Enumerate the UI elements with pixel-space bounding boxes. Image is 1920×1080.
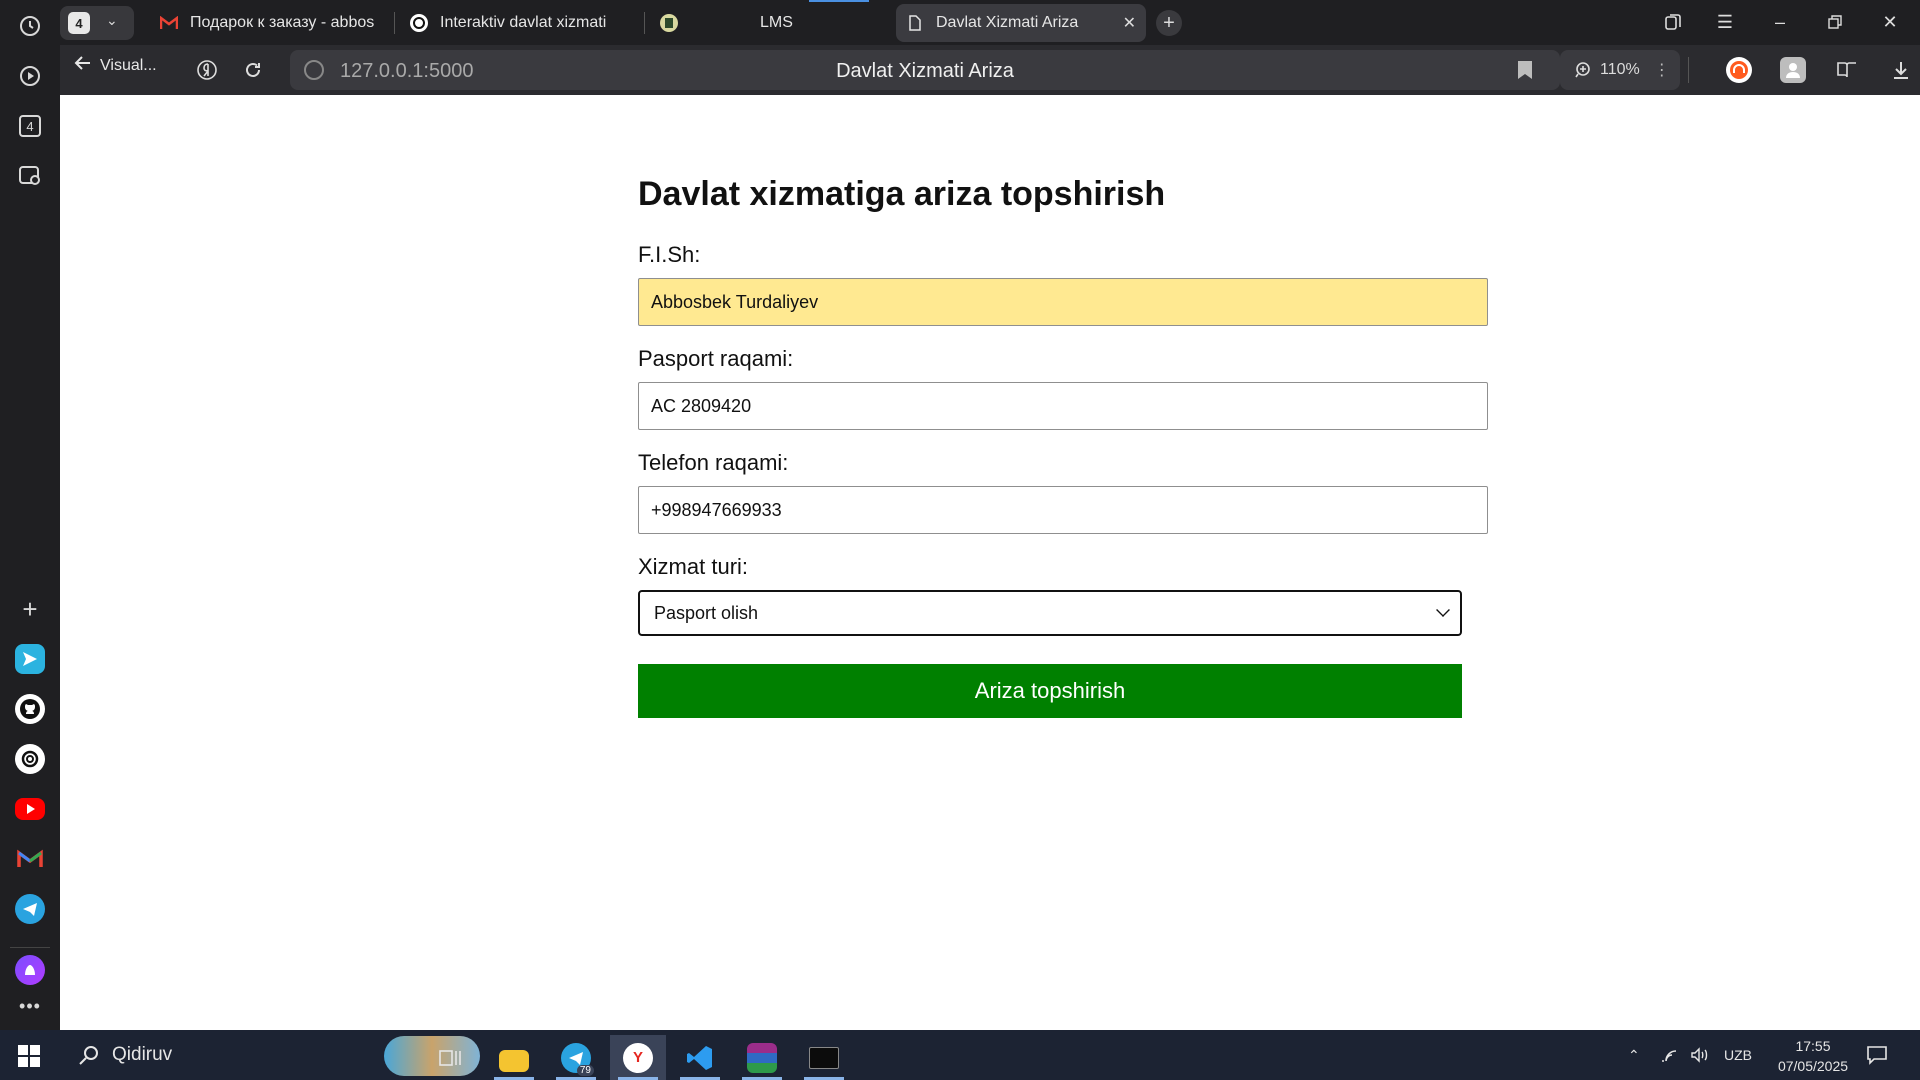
back-label: Visual...: [100, 56, 157, 74]
volume-icon[interactable]: [1690, 1030, 1710, 1080]
page-icon: [906, 14, 924, 32]
submit-button[interactable]: Ariza topshirish: [638, 664, 1462, 718]
clock-time: 17:55: [1795, 1038, 1831, 1054]
clock-date: 07/05/2025: [1777, 1058, 1849, 1074]
menu-icon[interactable]: ☰: [1710, 8, 1740, 36]
tabs-count-icon[interactable]: 4: [14, 110, 46, 142]
zoom-level: 110%: [1600, 61, 1640, 78]
download-icon[interactable]: [1888, 57, 1914, 83]
chevron-down-icon: [1436, 603, 1450, 617]
gmail-icon: [160, 14, 178, 32]
phone-label: Telefon raqami:: [638, 450, 789, 475]
tray-overflow-icon[interactable]: ⌃: [1628, 1030, 1640, 1080]
file-explorer-icon[interactable]: [486, 1035, 542, 1080]
history-icon[interactable]: [14, 10, 46, 42]
windows-start-icon[interactable]: [18, 1045, 40, 1067]
tab-davlat-xizmati-ariza[interactable]: Davlat Xizmati Ariza ✕: [896, 4, 1146, 42]
lms-icon: [660, 14, 678, 32]
winrar-taskbar-icon[interactable]: [734, 1035, 790, 1080]
clock[interactable]: 17:55 07/05/2025: [1758, 1036, 1868, 1076]
loading-indicator: [809, 0, 869, 2]
page-title: Davlat xizmatiga ariza topshirish: [638, 175, 1166, 213]
close-tab-icon[interactable]: ✕: [1123, 13, 1136, 33]
telegram-taskbar-icon[interactable]: 79: [548, 1035, 604, 1080]
tab-strip: 4 ⌄ Подарок к заказу - abbos Interaktiv …: [60, 0, 1920, 45]
vscode-taskbar-icon[interactable]: [672, 1035, 728, 1080]
input-language[interactable]: UZB: [1724, 1030, 1752, 1080]
page-title-in-omnibox: Davlat Xizmati Ariza: [836, 60, 1014, 82]
collections-icon[interactable]: [1658, 8, 1688, 36]
openai-icon: [410, 14, 428, 32]
browser-toolbar: Visual... 127.0.0.1:5000 Davlat Xizmati …: [60, 45, 1920, 95]
task-view-icon[interactable]: [422, 1035, 478, 1080]
taskbar-search[interactable]: Qidiruv: [60, 1030, 480, 1080]
network-icon[interactable]: [1660, 1030, 1680, 1080]
notifications-icon[interactable]: [1866, 1030, 1888, 1080]
play-icon[interactable]: [14, 60, 46, 92]
yandex-icon[interactable]: [194, 57, 220, 83]
alice-assistant-icon[interactable]: [15, 955, 45, 985]
passport-label: Pasport raqami:: [638, 346, 794, 371]
github-icon[interactable]: [15, 694, 45, 724]
avatar-extension-icon[interactable]: [1780, 57, 1806, 83]
reload-icon[interactable]: [240, 57, 266, 83]
phone-field[interactable]: [638, 486, 1488, 534]
restore-button[interactable]: [1820, 8, 1850, 36]
more-options-icon[interactable]: ⋮: [1654, 60, 1670, 80]
headphones-extension-icon[interactable]: [1726, 57, 1752, 83]
terminal-taskbar-icon[interactable]: [796, 1035, 852, 1080]
tab-separator: [644, 12, 645, 34]
arrow-left-icon: [74, 55, 92, 76]
tab-title: Interaktiv davlat xizmati: [440, 14, 607, 31]
screenshot-icon[interactable]: [14, 160, 46, 192]
service-type-label: Xizmat turi:: [638, 554, 749, 579]
page-viewport: Davlat xizmatiga ariza topshirish F.I.Sh…: [60, 95, 1920, 1030]
tab-count-badge: 4: [68, 12, 90, 34]
fullname-label: F.I.Sh:: [638, 242, 701, 267]
service-type-value: Pasport olish: [654, 603, 759, 623]
chevron-down-icon[interactable]: ⌄: [106, 12, 118, 29]
chatgpt-icon[interactable]: [15, 744, 45, 774]
address-bar[interactable]: 127.0.0.1:5000 Davlat Xizmati Ariza: [290, 50, 1560, 90]
back-button[interactable]: Visual...: [74, 55, 157, 76]
zoom-indicator[interactable]: 110% ⋮: [1560, 50, 1680, 90]
windows-taskbar: Qidiruv 79 Y ⌃ UZB 17:55 07/05/2025: [0, 1030, 1920, 1080]
reader-icon[interactable]: [1834, 57, 1860, 83]
application-form: Davlat xizmatiga ariza topshirish F.I.Sh…: [638, 175, 1490, 718]
service-type-select[interactable]: Pasport olish: [638, 590, 1462, 636]
youtube-icon[interactable]: [15, 798, 45, 820]
tab-title: Подарок к заказу - abbos: [190, 14, 375, 31]
fullname-field[interactable]: [638, 278, 1488, 326]
zoom-icon: [1575, 62, 1590, 78]
tab-group-button[interactable]: 4 ⌄: [60, 6, 134, 40]
telegram-rail-icon[interactable]: [15, 894, 45, 924]
browser-side-panel: 4 + •••: [0, 0, 60, 1030]
close-window-button[interactable]: ✕: [1875, 8, 1905, 36]
messenger-app-icon[interactable]: [15, 644, 45, 674]
tab-title: Davlat Xizmati Ariza: [936, 14, 1079, 31]
search-placeholder: Qidiruv: [112, 1044, 173, 1065]
tab-lms[interactable]: LMS: [650, 4, 920, 42]
toolbar-divider: [1688, 57, 1689, 83]
new-tab-button[interactable]: +: [1156, 10, 1182, 36]
more-icon[interactable]: •••: [14, 990, 46, 1022]
rail-divider: [10, 947, 50, 948]
add-panel-icon[interactable]: +: [14, 593, 46, 625]
yandex-browser-taskbar-icon[interactable]: Y: [610, 1035, 666, 1080]
gmail-rail-icon[interactable]: [15, 844, 45, 874]
telegram-unread-badge: 79: [576, 1065, 594, 1076]
tab-separator: [394, 12, 395, 34]
tab-title: LMS: [760, 14, 793, 31]
passport-field[interactable]: [638, 382, 1488, 430]
tabs-count-label: 4: [19, 115, 41, 137]
minimize-button[interactable]: –: [1765, 8, 1795, 36]
search-icon: [79, 1046, 98, 1065]
